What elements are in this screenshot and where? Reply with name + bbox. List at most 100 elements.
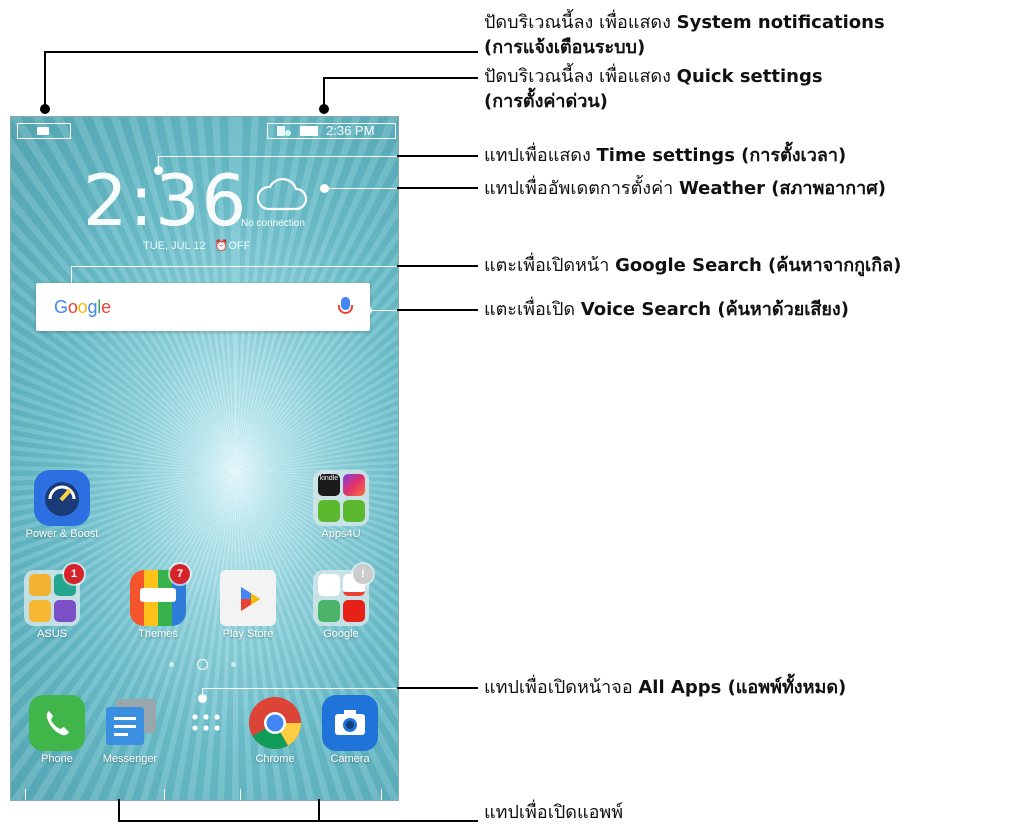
callout-bold: System notifications (676, 12, 885, 33)
page-indicator[interactable] (169, 659, 239, 671)
callout-bold: Time settings (การตั้งเวลา) (596, 145, 847, 166)
app-label: Google (323, 628, 359, 640)
time-callout-line (158, 156, 398, 157)
chrome-icon (247, 695, 303, 751)
status-bar-right-area[interactable]: 2:36 PM (267, 123, 396, 139)
all-apps-icon (192, 714, 220, 731)
cloud-icon[interactable] (256, 177, 308, 211)
app-camera[interactable]: Camera (313, 695, 387, 765)
all-apps-line (397, 687, 478, 689)
callout-weather: แทปเพื่ออัพเดตการตั้งค่า Weather (สภาพอา… (484, 176, 886, 201)
callout-line2: (การแจ้งเตือนระบบ) (484, 37, 646, 58)
app-label: ASUS (37, 628, 67, 640)
notification-badge: 1 (64, 564, 84, 584)
app-label: Apps4U (321, 528, 361, 540)
callout-voice-search: แตะเพื่อเปิด Voice Search (ค้นหาด้วยเสีย… (484, 297, 849, 322)
open-apps-line-v1 (118, 799, 120, 821)
date-line: TUE, JUL 12 ⏰OFF (143, 239, 250, 252)
app-label: Play Store (222, 628, 274, 640)
callout-prefix: แทปเพื่อแสดง (484, 145, 597, 166)
camera-icon (322, 695, 378, 751)
paint-roller-icon (140, 588, 176, 602)
search-callout-line (71, 266, 398, 267)
maps-icon (318, 600, 340, 622)
search-callout-stem (71, 266, 72, 283)
callout-bold: Google Search (ค้นหาจากกูเกิล) (615, 255, 902, 276)
google-icon (318, 574, 340, 596)
app-phone[interactable]: Phone (20, 695, 94, 765)
instagram-icon (343, 474, 365, 496)
app-apps4u-folder[interactable]: kindle Apps4U (304, 470, 378, 540)
callout-prefix: แทปเพื่อเปิดแอพพ์ (484, 802, 624, 823)
google-search-bar[interactable]: Google (36, 283, 370, 331)
quick-settings-line-v (323, 77, 325, 105)
no-signal-icon (285, 130, 291, 136)
date-text: TUE, JUL 12 (143, 240, 206, 252)
app-label: Phone (41, 753, 73, 765)
sim-icon (277, 126, 285, 136)
alarm-icon: ⏰ (214, 240, 229, 252)
callout-bold: Weather (สภาพอากาศ) (678, 178, 886, 199)
app-asus-folder[interactable]: 1 ASUS (15, 564, 89, 640)
system-notif-pointer (40, 104, 50, 114)
mic-stand-icon (338, 305, 353, 314)
callout-quick-settings: ปัดบริเวณนี้ลง เพื่อแสดง Quick settings … (484, 64, 823, 114)
voice-callout-line (367, 310, 398, 311)
open-apps-line-v2 (318, 799, 320, 821)
kindle-label: kindle (319, 475, 339, 482)
app-label: Messenger (102, 753, 158, 765)
folder-icon: 1 (24, 564, 84, 626)
all-apps-callout-line (202, 688, 398, 689)
callout-prefix: แตะเพื่อเปิด (484, 299, 581, 320)
battery-icon (300, 126, 318, 136)
dock-left-bracket (25, 789, 165, 800)
callout-system-notifications: ปัดบริเวณนี้ลง เพื่อแสดง System notifica… (484, 10, 885, 60)
app-label: Camera (330, 753, 370, 765)
clock-widget[interactable]: 2:36 (83, 165, 246, 237)
status-time: 2:36 PM (326, 123, 375, 138)
evernote-icon (343, 500, 365, 522)
youtube-icon (343, 600, 365, 622)
messenger-icon (102, 695, 158, 751)
callout-google-search: แตะเพื่อเปิดหน้า Google Search (ค้นหาจาก… (484, 253, 901, 278)
app-messenger[interactable]: Messenger (93, 695, 167, 765)
voice-line (397, 309, 478, 311)
weather-app-icon (29, 574, 51, 596)
app-play-store[interactable]: Play Store (211, 570, 285, 640)
system-notif-line-h (44, 51, 478, 53)
file-manager-icon (29, 600, 51, 622)
folder-icon: kindle (313, 470, 369, 526)
gallery-notification-icon (37, 127, 49, 135)
system-notif-line-v (44, 51, 46, 105)
all-apps-button[interactable] (169, 695, 243, 751)
callout-prefix: แทปเพื่อเปิดหน้าจอ (484, 677, 639, 698)
weather-callout-line (324, 188, 398, 189)
kindle-icon: kindle (318, 474, 340, 496)
app-google-folder[interactable]: ! Google (304, 564, 378, 640)
app-themes[interactable]: 7 Themes (121, 564, 195, 640)
callout-line2: (การตั้งค่าด่วน) (484, 91, 608, 112)
notification-badge: ! (353, 564, 373, 584)
app-label: Chrome (255, 753, 295, 765)
alarm-status: OFF (228, 240, 251, 252)
callout-bold: Voice Search (ค้นหาด้วยเสียง) (580, 299, 849, 320)
app-chrome[interactable]: Chrome (238, 695, 312, 765)
callout-prefix: ปัดบริเวณนี้ลง เพื่อแสดง (484, 66, 677, 87)
callout-time-settings: แทปเพื่อแสดง Time settings (การตั้งเวลา) (484, 143, 846, 168)
power-boost-icon (34, 470, 90, 526)
weather-status: No connection (241, 218, 305, 229)
themes-icon: 7 (130, 564, 190, 626)
search-line (397, 265, 478, 267)
quick-settings-pointer (319, 104, 329, 114)
folder-icon: ! (313, 564, 373, 626)
app-power-boost[interactable]: Power & Boost (25, 470, 99, 540)
play-store-icon (220, 570, 276, 626)
quick-settings-line-h (323, 77, 478, 79)
page-dot (169, 662, 174, 667)
weather-line (397, 187, 478, 189)
status-bar-left-area[interactable] (17, 123, 71, 139)
page-dot (231, 662, 236, 667)
callout-prefix: แทปเพื่ออัพเดตการตั้งค่า (484, 178, 679, 199)
time-callout-dot (154, 166, 163, 175)
callout-bold: All Apps (แอพพ์ทั้งหมด) (638, 677, 847, 698)
